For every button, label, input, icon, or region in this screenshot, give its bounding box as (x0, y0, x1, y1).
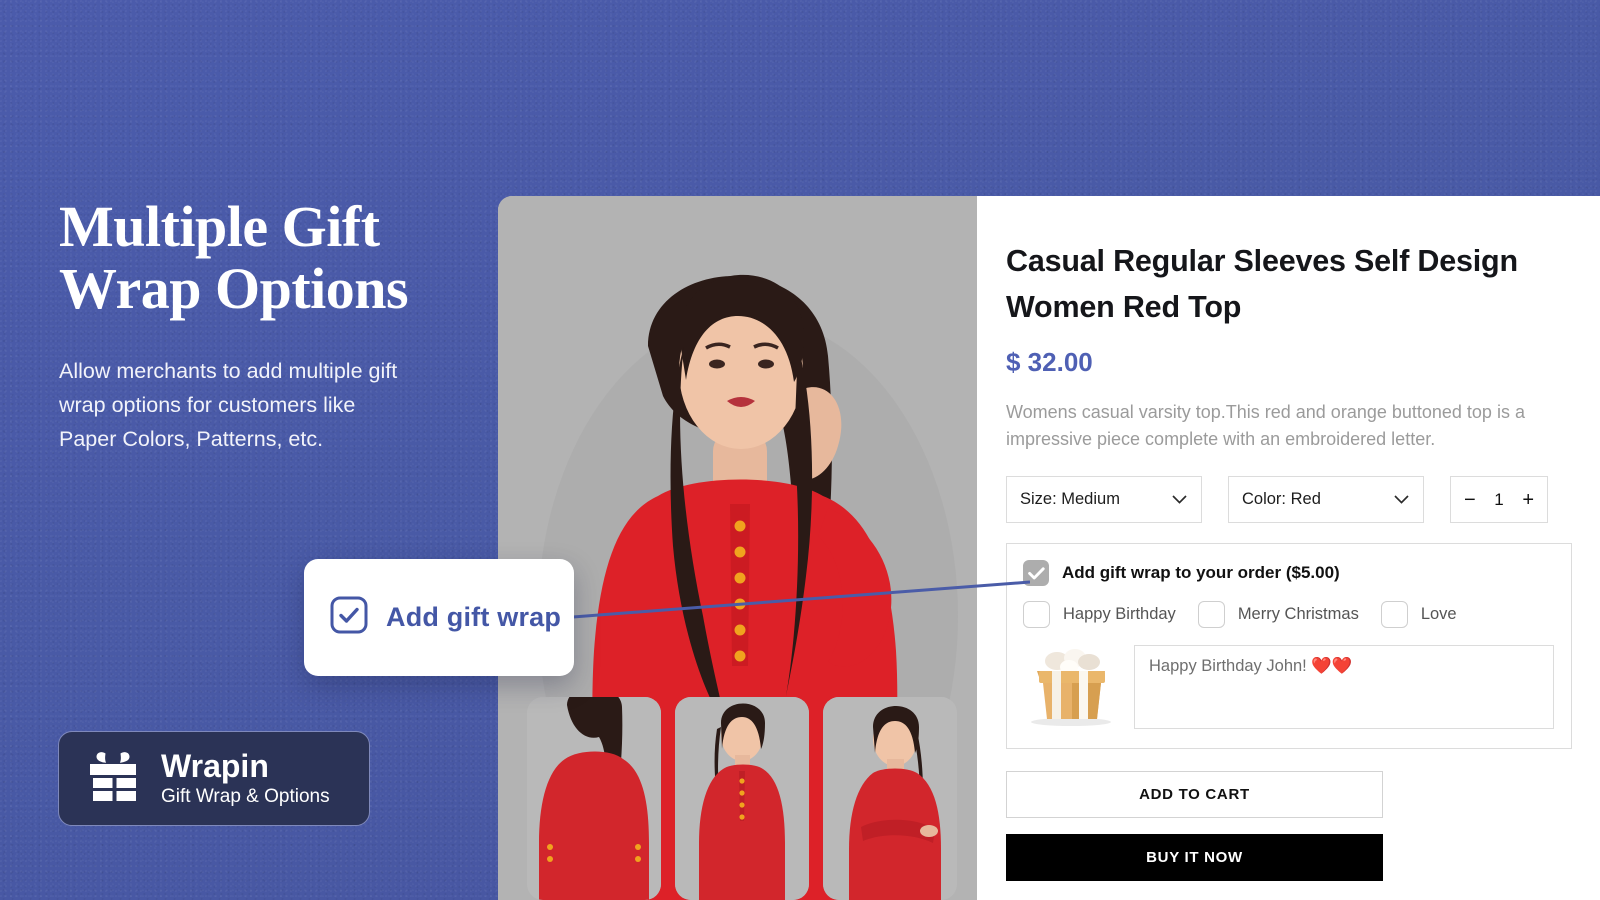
gift-message-textarea[interactable]: Happy Birthday John! ❤️❤️ (1134, 645, 1554, 729)
thumbnail-item[interactable] (675, 697, 809, 900)
gift-box-image (1023, 645, 1118, 727)
promo-heading: Multiple Gift Wrap Options (59, 196, 489, 320)
color-select-value: Color: Red (1242, 490, 1321, 508)
gift-wrap-option-label-happy-birthday: Happy Birthday (1063, 605, 1176, 623)
gift-wrap-option-checkbox-love[interactable] (1380, 601, 1408, 628)
thumbnail-item[interactable] (823, 697, 957, 900)
quantity-stepper[interactable]: − 1 + (1450, 476, 1548, 523)
gift-wrap-options-row: Happy Birthday Merry Christmas Love (1023, 601, 1554, 628)
chevron-down-icon (1172, 490, 1187, 509)
thumbnail-image-arms-crossed-view (823, 697, 957, 900)
gift-wrap-checkbox-checked[interactable] (1023, 560, 1049, 586)
promo-copy: Multiple Gift Wrap Options Allow merchan… (59, 196, 489, 456)
brand-name: Wrapin (161, 747, 269, 784)
promo-body-line-1: Allow merchants to add multiple gift (59, 359, 398, 383)
gift-wrap-option-checkbox-happy-birthday[interactable] (1023, 601, 1050, 628)
chevron-down-icon (1394, 490, 1409, 509)
gift-wrap-message-row: Happy Birthday John! ❤️❤️ (1023, 645, 1554, 729)
promo-body-line-3: Paper Colors, Patterns, etc. (59, 427, 324, 451)
add-to-cart-button[interactable]: ADD TO CART (1006, 771, 1383, 818)
product-title: Casual Regular Sleeves Self Design Women… (1006, 244, 1518, 324)
gift-wrap-option-checkbox-merry-christmas[interactable] (1197, 601, 1225, 628)
gift-wrap-main-option[interactable]: Add gift wrap to your order ($5.00) (1023, 560, 1554, 586)
promo-heading-line-2: Wrap Options (59, 256, 409, 321)
thumbnail-image-back-view (527, 697, 661, 900)
thumbnail-image-front-view (675, 697, 809, 900)
color-select[interactable]: Color: Red (1228, 476, 1424, 523)
quantity-decrement-button[interactable]: − (1464, 490, 1476, 510)
thumbnail-item[interactable] (527, 697, 661, 900)
brand-tagline: Gift Wrap & Options (161, 785, 330, 807)
check-square-icon (330, 596, 368, 639)
thumbnail-strip[interactable] (527, 697, 957, 900)
product-price: $ 32.00 (1006, 347, 1093, 377)
wrapin-brand-badge[interactable]: Wrapin Gift Wrap & Options (58, 731, 370, 826)
product-description: Womens casual varsity top.This red and o… (1006, 402, 1525, 449)
quantity-increment-button[interactable]: + (1522, 490, 1534, 510)
size-select-value: Size: Medium (1020, 490, 1120, 508)
gift-wrap-main-label: Add gift wrap to your order ($5.00) (1062, 563, 1340, 582)
promo-body: Allow merchants to add multiple gift wra… (59, 354, 489, 456)
promo-heading-line-1: Multiple Gift (59, 194, 380, 259)
promo-body-line-2: wrap options for customers like (59, 393, 356, 417)
callout-label: Add gift wrap (386, 602, 562, 632)
wrapin-text-block: Wrapin Gift Wrap & Options (161, 749, 330, 809)
add-gift-wrap-callout[interactable]: Add gift wrap (304, 559, 574, 676)
product-details-panel: Casual Regular Sleeves Self Design Women… (977, 196, 1600, 900)
quantity-value[interactable]: 1 (1494, 490, 1503, 510)
product-options-row: Size: Medium Color: Red − 1 + (1006, 476, 1572, 523)
gift-icon (85, 750, 141, 807)
gift-wrap-option-label-merry-christmas: Merry Christmas (1237, 605, 1359, 623)
gift-wrap-option-label-love: Love (1420, 605, 1457, 623)
gift-wrap-panel: Add gift wrap to your order ($5.00) Happ… (1006, 543, 1572, 749)
size-select[interactable]: Size: Medium (1006, 476, 1202, 523)
buy-it-now-button[interactable]: BUY IT NOW (1006, 834, 1383, 881)
